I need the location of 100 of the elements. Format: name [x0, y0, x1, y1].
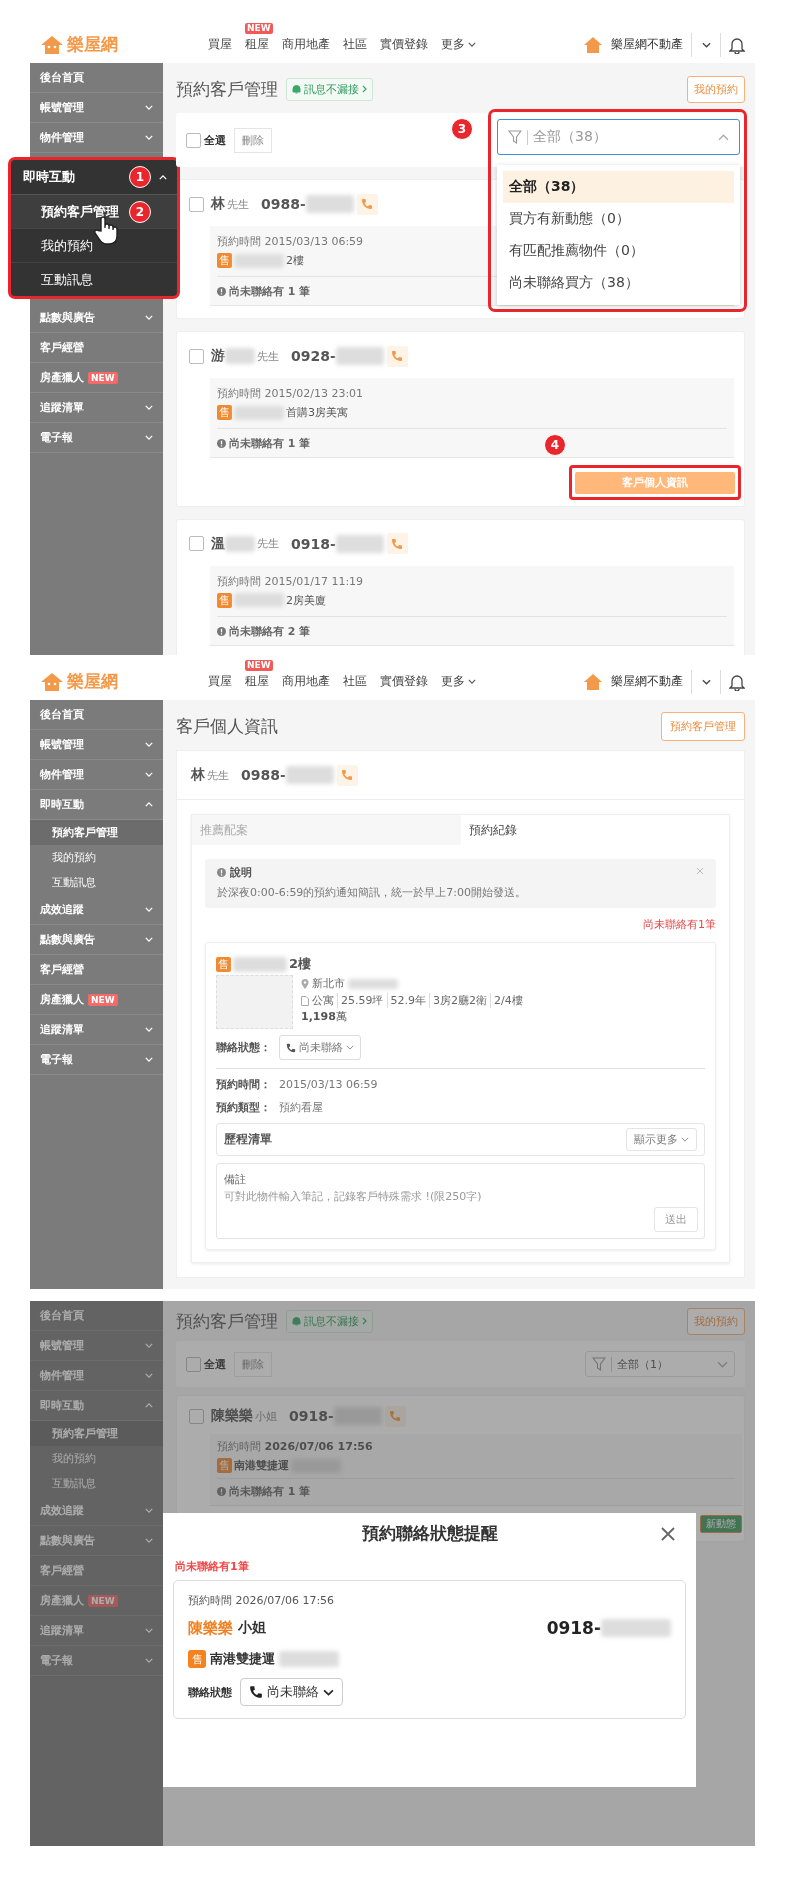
- chevron-down-icon: [701, 41, 711, 48]
- call-button[interactable]: [384, 1405, 406, 1427]
- sidebar-subitem[interactable]: 互動訊息: [30, 870, 163, 895]
- nav-link[interactable]: 社區: [343, 36, 367, 53]
- nav-link[interactable]: 商用地產: [282, 673, 330, 690]
- sidebar-subitem[interactable]: 預約客戶管理 2: [11, 195, 177, 229]
- sidebar-subitem[interactable]: 我的預約: [11, 229, 177, 263]
- notice-link[interactable]: 訊息不漏接: [286, 77, 373, 101]
- redacted-blur: [234, 593, 284, 607]
- call-button[interactable]: [386, 533, 408, 554]
- chevron-up-icon: [145, 1403, 153, 1408]
- tab[interactable]: 推薦配案: [192, 815, 461, 845]
- filter-dropdown[interactable]: 全部（38）: [497, 119, 740, 155]
- sidebar-subitem[interactable]: 互動訊息: [11, 263, 177, 296]
- checkbox[interactable]: [186, 132, 201, 148]
- nav-link[interactable]: 更多: [441, 36, 476, 53]
- funnel-icon: [508, 130, 522, 144]
- phone-number: 0928-: [291, 348, 336, 364]
- city: 新北市: [312, 976, 345, 991]
- nav-link[interactable]: 實價登錄: [380, 36, 428, 53]
- checkbox[interactable]: [189, 536, 204, 551]
- property-name[interactable]: 南港雙捷運: [210, 1650, 275, 1668]
- site-logo[interactable]: 樂屋網: [67, 33, 118, 56]
- call-button[interactable]: [336, 764, 358, 786]
- sidebar-subitem[interactable]: 預約客戶管理: [30, 820, 163, 845]
- call-button[interactable]: [386, 345, 408, 367]
- submit-button[interactable]: 送出: [654, 1207, 698, 1232]
- notice-link[interactable]: 訊息不漏接: [286, 1309, 373, 1333]
- redacted-blur: [234, 405, 284, 420]
- select-all-label[interactable]: 全選: [204, 132, 226, 148]
- nav-link[interactable]: 更多: [441, 673, 476, 690]
- phone-number: 0918-: [289, 1408, 334, 1424]
- checkbox[interactable]: [189, 1408, 204, 1424]
- nav-link[interactable]: 買屋: [208, 36, 232, 53]
- delete-button[interactable]: 刪除: [234, 127, 272, 153]
- delete-button[interactable]: 刪除: [234, 1351, 272, 1377]
- nav-link[interactable]: 商用地產: [282, 36, 330, 53]
- filter-dropdown[interactable]: 全部（1）: [585, 1351, 735, 1377]
- nav-link[interactable]: 實價登錄: [380, 673, 428, 690]
- header-action-button[interactable]: 預約客戶管理: [661, 711, 745, 741]
- sidebar-item[interactable]: 房產獵人 NEW: [30, 363, 163, 393]
- property-spec: 25.59坪: [341, 993, 388, 1008]
- nav-link[interactable]: 社區: [343, 673, 367, 690]
- phone-icon: [361, 198, 374, 210]
- contact-status-dropdown[interactable]: 尚未聯絡: [279, 1035, 361, 1060]
- account-name: 樂屋網不動產: [611, 36, 683, 53]
- bell-icon[interactable]: [729, 672, 745, 691]
- field-value: 預約看屋: [279, 1100, 323, 1115]
- chevron-down-icon: [145, 105, 153, 110]
- new-badge: NEW: [245, 660, 273, 671]
- customer-action-button[interactable]: 新動態: [700, 1515, 742, 1533]
- chevron-right-icon: [362, 85, 367, 93]
- show-more-button[interactable]: 顯示更多: [626, 1128, 697, 1151]
- step-marker: 1: [129, 166, 151, 188]
- chevron-down-icon: [145, 937, 153, 942]
- sidebar-item[interactable]: 房產獵人 NEW: [30, 1586, 163, 1616]
- dropdown-option[interactable]: 買方有新動態（0）: [503, 203, 734, 235]
- call-button[interactable]: [356, 193, 378, 215]
- property-name[interactable]: 首購3房美寓: [286, 405, 348, 420]
- chevron-down-icon: [145, 742, 153, 747]
- page-title: 預約客戶管理: [176, 77, 278, 101]
- info-title: 說明: [230, 865, 252, 880]
- customer-name: 林: [211, 195, 225, 213]
- page-title: 客戶個人資訊: [176, 714, 278, 738]
- sidebar-subitem[interactable]: 互動訊息: [30, 1471, 163, 1496]
- sidebar-subitem[interactable]: 預約客戶管理: [30, 1421, 163, 1446]
- site-logo[interactable]: 樂屋網: [67, 670, 118, 693]
- sidebar-subitem[interactable]: 我的預約: [30, 1446, 163, 1471]
- chevron-down-icon: [701, 678, 711, 685]
- select-all-label[interactable]: 全選: [204, 1356, 226, 1372]
- nav-link[interactable]: 買屋: [208, 673, 232, 690]
- property-name[interactable]: 南港雙捷運: [234, 1458, 289, 1473]
- chevron-down-icon: [145, 435, 153, 440]
- property-name[interactable]: 2房美廈: [286, 592, 326, 608]
- field-label: 聯絡狀態：: [216, 1040, 271, 1055]
- checkbox[interactable]: [189, 348, 204, 364]
- property-name[interactable]: 2樓: [289, 955, 312, 973]
- redacted-blur: [335, 534, 384, 553]
- checkbox[interactable]: [189, 196, 204, 212]
- chevron-down-icon: [145, 772, 153, 777]
- property-name[interactable]: 2樓: [286, 253, 304, 268]
- remark-field[interactable]: 備註 可對此物件輸入筆記，記錄客戶特殊需求 !(限250字) 送出: [216, 1163, 705, 1239]
- chevron-right-icon: [362, 1317, 367, 1325]
- sidebar-subitem[interactable]: 我的預約: [30, 845, 163, 870]
- sidebar-item[interactable]: 房產獵人 NEW: [30, 985, 163, 1015]
- bell-icon[interactable]: [729, 35, 745, 54]
- tab[interactable]: 預約紀錄: [460, 815, 729, 845]
- pending-note: 尚未聯絡有 1 筆: [229, 284, 311, 299]
- chevron-down-icon: [145, 1343, 153, 1348]
- sale-tag: 售: [217, 253, 232, 268]
- redacted-blur: [279, 1651, 339, 1667]
- dropdown-option[interactable]: 全部（38）: [503, 171, 734, 203]
- header-action-button[interactable]: 我的預約: [687, 75, 745, 103]
- info-icon: [217, 1487, 226, 1496]
- dropdown-option[interactable]: 尚未聯絡買方（38）: [503, 267, 734, 299]
- checkbox[interactable]: [186, 1356, 201, 1372]
- history-title: 歷程清單: [224, 1131, 272, 1148]
- close-icon[interactable]: [660, 1526, 676, 1542]
- contact-status-dropdown[interactable]: 尚未聯絡: [240, 1678, 343, 1706]
- dropdown-option[interactable]: 有匹配推薦物件（0）: [503, 235, 734, 267]
